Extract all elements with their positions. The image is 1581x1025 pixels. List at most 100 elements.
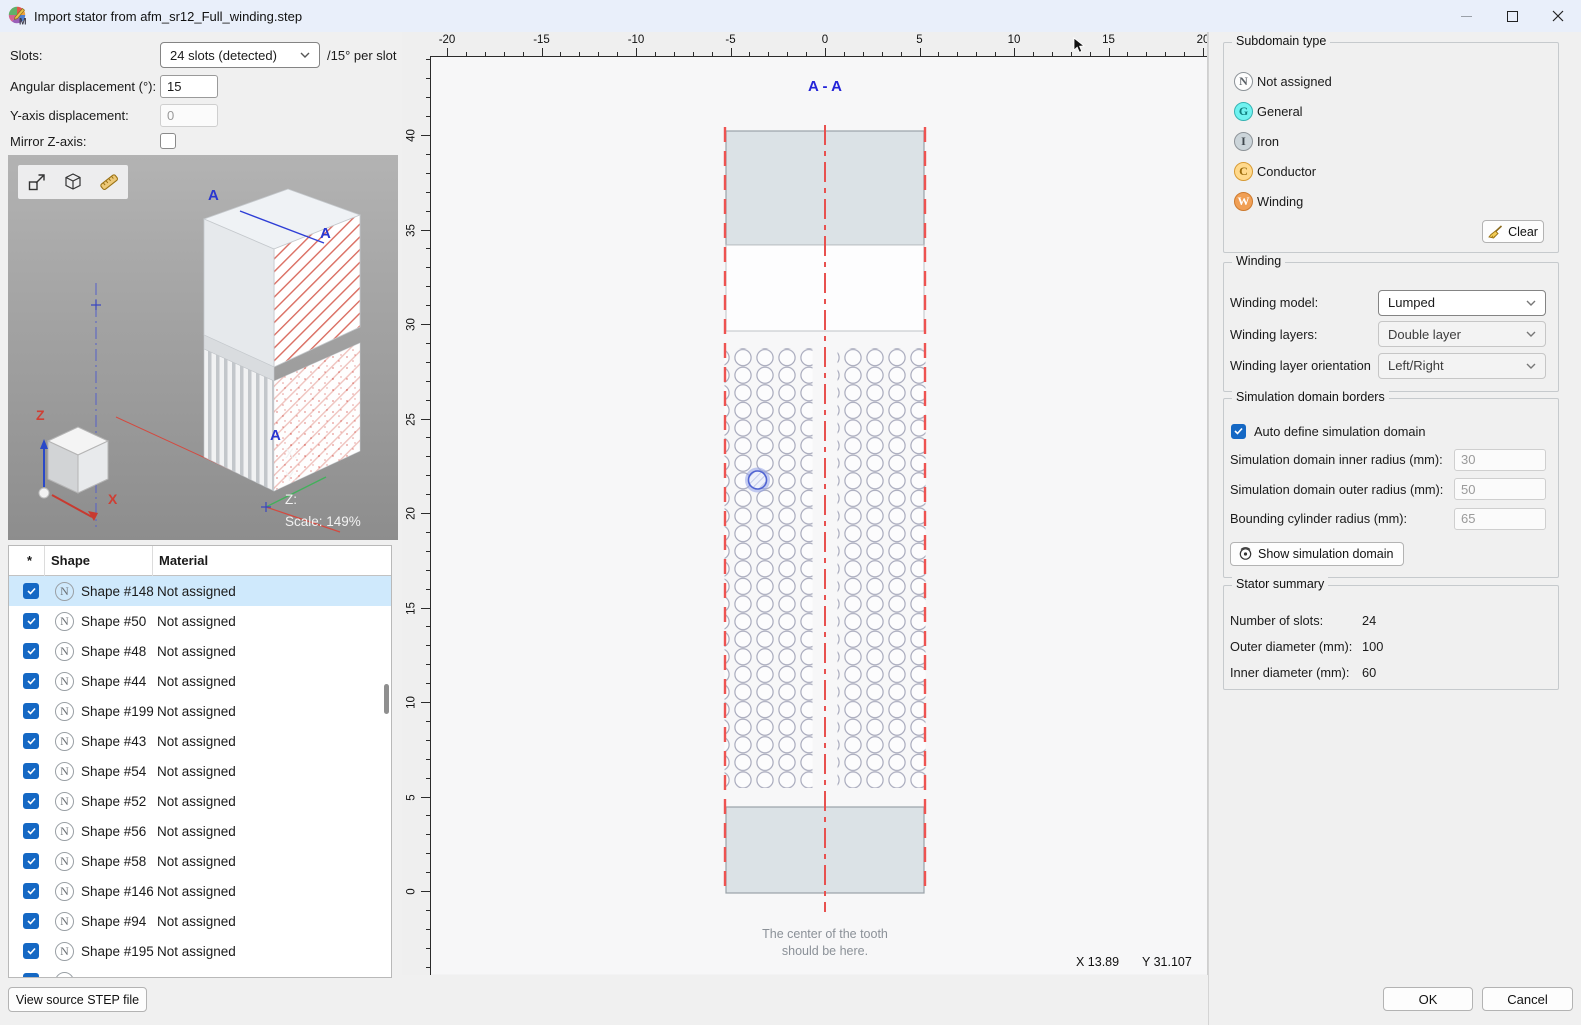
- shape-cell: Shape #48: [81, 643, 147, 659]
- row-checkbox[interactable]: [23, 913, 39, 929]
- not-assigned-icon: N: [55, 851, 74, 871]
- row-checkbox[interactable]: [23, 673, 39, 689]
- stator-3d-model: [38, 188, 362, 533]
- mirror-z-checkbox[interactable]: [160, 133, 176, 149]
- table-row[interactable]: N Shape #54 Not assigned: [9, 756, 391, 786]
- check-icon: [26, 947, 36, 955]
- not-assigned-icon: N: [55, 701, 74, 721]
- table-row[interactable]: N Shape #50 Not assigned: [9, 606, 391, 636]
- winding-setting-label: Winding layer orientation: [1230, 358, 1371, 374]
- minimize-button[interactable]: [1443, 0, 1489, 32]
- table-row[interactable]: N Shape #199 Not assigned: [9, 696, 391, 726]
- table-row[interactable]: N Shape #56 Not assigned: [9, 816, 391, 846]
- minimize-icon: [1460, 15, 1472, 17]
- row-checkbox[interactable]: [23, 853, 39, 869]
- sim-domain-row: Bounding cylinder radius (mm): 65: [1224, 504, 1558, 534]
- table-row[interactable]: N Shape #52 Not assigned: [9, 786, 391, 816]
- row-checkbox[interactable]: [23, 763, 39, 779]
- chevron-down-icon: [1526, 300, 1536, 306]
- ruler-top-label: 15: [1102, 34, 1115, 46]
- shape-cell: Shape #44: [81, 673, 147, 689]
- row-checkbox[interactable]: [23, 703, 39, 719]
- not-assigned-icon: N: [55, 971, 74, 977]
- check-icon: [26, 737, 36, 745]
- row-checkbox[interactable]: [23, 733, 39, 749]
- ok-button[interactable]: OK: [1383, 987, 1473, 1011]
- cube-icon: [65, 173, 81, 190]
- cube-view-button[interactable]: [58, 168, 88, 196]
- shape-cell: Shape #94: [81, 913, 147, 929]
- shape-cell: Shape #50: [81, 613, 147, 629]
- tooth-center-note: should be here.: [781, 944, 869, 958]
- svg-text:M: M: [19, 17, 27, 26]
- sim-domain-field: 30: [1454, 448, 1546, 471]
- clear-button[interactable]: Clear: [1482, 220, 1544, 243]
- close-icon: [1552, 10, 1564, 22]
- nav-cube: [38, 426, 110, 521]
- table-row[interactable]: N Shape #58 Not assigned: [9, 846, 391, 876]
- ruler-left-label: 15: [405, 601, 418, 615]
- cursor-y-readout: Y 31.107: [1142, 955, 1192, 969]
- view-step-button[interactable]: View source STEP file: [8, 987, 147, 1012]
- window-title: Import stator from afm_sr12_Full_winding…: [34, 8, 303, 24]
- table-row[interactable]: N Shape #43 Not assigned: [9, 726, 391, 756]
- import-stator-dialog: M Import stator from afm_sr12_Full_windi…: [0, 0, 1581, 1025]
- winding-setting-dropdown[interactable]: Lumped: [1378, 289, 1546, 316]
- summary-row: Number of slots: 24: [1224, 608, 1558, 634]
- winding-setting-dropdown[interactable]: Left/Right: [1378, 352, 1546, 379]
- chevron-down-icon: [1526, 331, 1536, 338]
- angular-displacement-field[interactable]: 15: [160, 75, 218, 98]
- chevron-down-icon: [300, 52, 310, 58]
- winding-group: Winding Winding model: Lumped Winding laye…: [1223, 254, 1559, 392]
- section-view-canvas[interactable]: -20 -15 -10 -5 0 5 10 15 20 40 35 30 25 20 15 10 5 0 A -…: [402, 32, 1208, 975]
- ruler-top-label: -20: [438, 34, 456, 46]
- subdomain-item-label: General: [1257, 104, 1303, 120]
- simulation-domain-title: Simulation domain borders: [1232, 390, 1389, 404]
- cancel-button[interactable]: Cancel: [1482, 987, 1573, 1011]
- sim-domain-row: Simulation domain inner radius (mm): 30: [1224, 445, 1558, 475]
- measure-button[interactable]: [94, 168, 124, 196]
- row-checkbox[interactable]: [23, 943, 39, 959]
- summary-value: 100: [1362, 639, 1384, 655]
- table-row[interactable]: N Shape #195 Not assigned: [9, 936, 391, 966]
- table-row[interactable]: N Shape #146 Not assigned: [9, 876, 391, 906]
- close-button[interactable]: [1535, 0, 1581, 32]
- auto-define-checkbox[interactable]: [1231, 423, 1246, 439]
- material-cell: Not assigned: [157, 853, 236, 869]
- table-row[interactable]: N Shape #44 Not assigned: [9, 666, 391, 696]
- preview-3d-viewport[interactable]: A A Z X A X: Y: Z: Scale: 149%: [8, 155, 398, 540]
- shape-material-table[interactable]: * Shape Material N Shape #148 Not assigned…: [8, 545, 392, 978]
- check-icon: [26, 887, 36, 895]
- section-drawing: [430, 37, 1207, 975]
- fit-view-button[interactable]: [22, 168, 52, 196]
- row-checkbox[interactable]: [23, 973, 39, 977]
- not-assigned-icon: N: [55, 791, 74, 811]
- winding-setting-dropdown[interactable]: Double layer: [1378, 321, 1546, 348]
- row-checkbox[interactable]: [23, 883, 39, 899]
- row-checkbox[interactable]: [23, 823, 39, 839]
- row-checkbox[interactable]: [23, 613, 39, 629]
- shape-cell: Shape #52: [81, 793, 147, 809]
- readout-z: Z:: [285, 492, 297, 507]
- table-row[interactable]: N Shape #94 Not assigned: [9, 906, 391, 936]
- slots-dropdown[interactable]: 24 slots (detected): [160, 42, 320, 68]
- check-icon: [26, 917, 36, 925]
- titlebar[interactable]: M Import stator from afm_sr12_Full_windi…: [0, 0, 1581, 32]
- table-row[interactable]: N: [9, 966, 391, 977]
- winding-turns-right: [837, 348, 926, 788]
- show-simulation-domain-button[interactable]: Show simulation domain: [1230, 541, 1404, 566]
- table-row[interactable]: N Shape #148 Not assigned: [9, 576, 391, 606]
- not-assigned-icon: N: [55, 941, 74, 961]
- maximize-button[interactable]: [1489, 0, 1535, 32]
- row-checkbox[interactable]: [23, 643, 39, 659]
- shape-cell: Shape #56: [81, 823, 147, 839]
- row-checkbox[interactable]: [23, 583, 39, 599]
- material-cell: Not assigned: [157, 703, 236, 719]
- table-row[interactable]: N Shape #48 Not assigned: [9, 636, 391, 666]
- table-scrollbar[interactable]: [384, 684, 389, 714]
- row-checkbox[interactable]: [23, 793, 39, 809]
- dropdown-value: Left/Right: [1388, 358, 1444, 374]
- shape-cell: Shape #146: [81, 883, 154, 899]
- y-displacement-label: Y-axis displacement:: [10, 108, 129, 123]
- tooth-center-note: The center of the tooth: [762, 927, 888, 941]
